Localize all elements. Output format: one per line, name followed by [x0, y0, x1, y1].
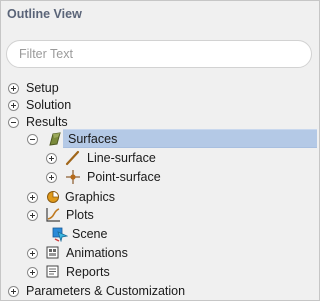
filter-input[interactable] [6, 40, 312, 68]
tree-item-label: Graphics [65, 190, 116, 204]
tree-item-label: Reports [66, 265, 110, 279]
tree-item-plots[interactable]: Plots [27, 206, 94, 224]
graphics-icon [45, 189, 61, 205]
tree-item-solution[interactable]: Solution [8, 96, 71, 114]
scene-icon [52, 226, 68, 242]
tree-item-label: Animations [66, 246, 128, 260]
outline-view-panel: Outline View Setup Solution Results Surf… [0, 0, 320, 301]
tree-item-label: Scene [72, 227, 108, 241]
expand-icon[interactable] [8, 99, 19, 111]
tree-item-scene[interactable]: Scene [52, 225, 107, 243]
tree-item-label: Results [26, 115, 68, 129]
tree-item-point-surface[interactable]: Point-surface [46, 168, 161, 186]
surface-icon [47, 131, 63, 147]
expand-icon[interactable] [46, 171, 57, 183]
collapse-icon[interactable] [8, 116, 19, 128]
animation-icon [45, 245, 61, 261]
tree-item-graphics[interactable]: Graphics [27, 188, 115, 206]
tree-item-setup[interactable]: Setup [8, 79, 59, 97]
tree-item-label: Solution [26, 98, 72, 112]
plot-icon [45, 207, 61, 223]
line-icon [65, 150, 81, 166]
report-icon [45, 264, 61, 280]
tree-item-label: Plots [66, 208, 94, 222]
tree-item-results[interactable]: Results [8, 113, 68, 131]
tree-item-label: Setup [26, 81, 59, 95]
expand-icon[interactable] [27, 191, 38, 203]
tree-item-reports[interactable]: Reports [27, 263, 110, 281]
expand-icon[interactable] [46, 152, 57, 164]
tree-item-label: Line-surface [87, 151, 156, 165]
tree-item-label: Parameters & Customization [26, 284, 186, 298]
tree-item-line-surface[interactable]: Line-surface [46, 149, 156, 167]
panel-title: Outline View [7, 7, 82, 21]
tree-item-animations[interactable]: Animations [27, 244, 128, 262]
tree-item-parameters-customization[interactable]: Parameters & Customization [8, 282, 185, 300]
expand-icon[interactable] [27, 266, 38, 278]
tree-item-surfaces[interactable]: Surfaces [27, 130, 117, 148]
tree-item-label: Surfaces [68, 132, 118, 146]
tree-item-label: Point-surface [87, 170, 161, 184]
point-icon [65, 169, 81, 185]
expand-icon[interactable] [8, 285, 19, 297]
collapse-icon[interactable] [27, 133, 38, 145]
expand-icon[interactable] [27, 247, 38, 259]
expand-icon[interactable] [8, 82, 19, 94]
expand-icon[interactable] [27, 209, 38, 221]
